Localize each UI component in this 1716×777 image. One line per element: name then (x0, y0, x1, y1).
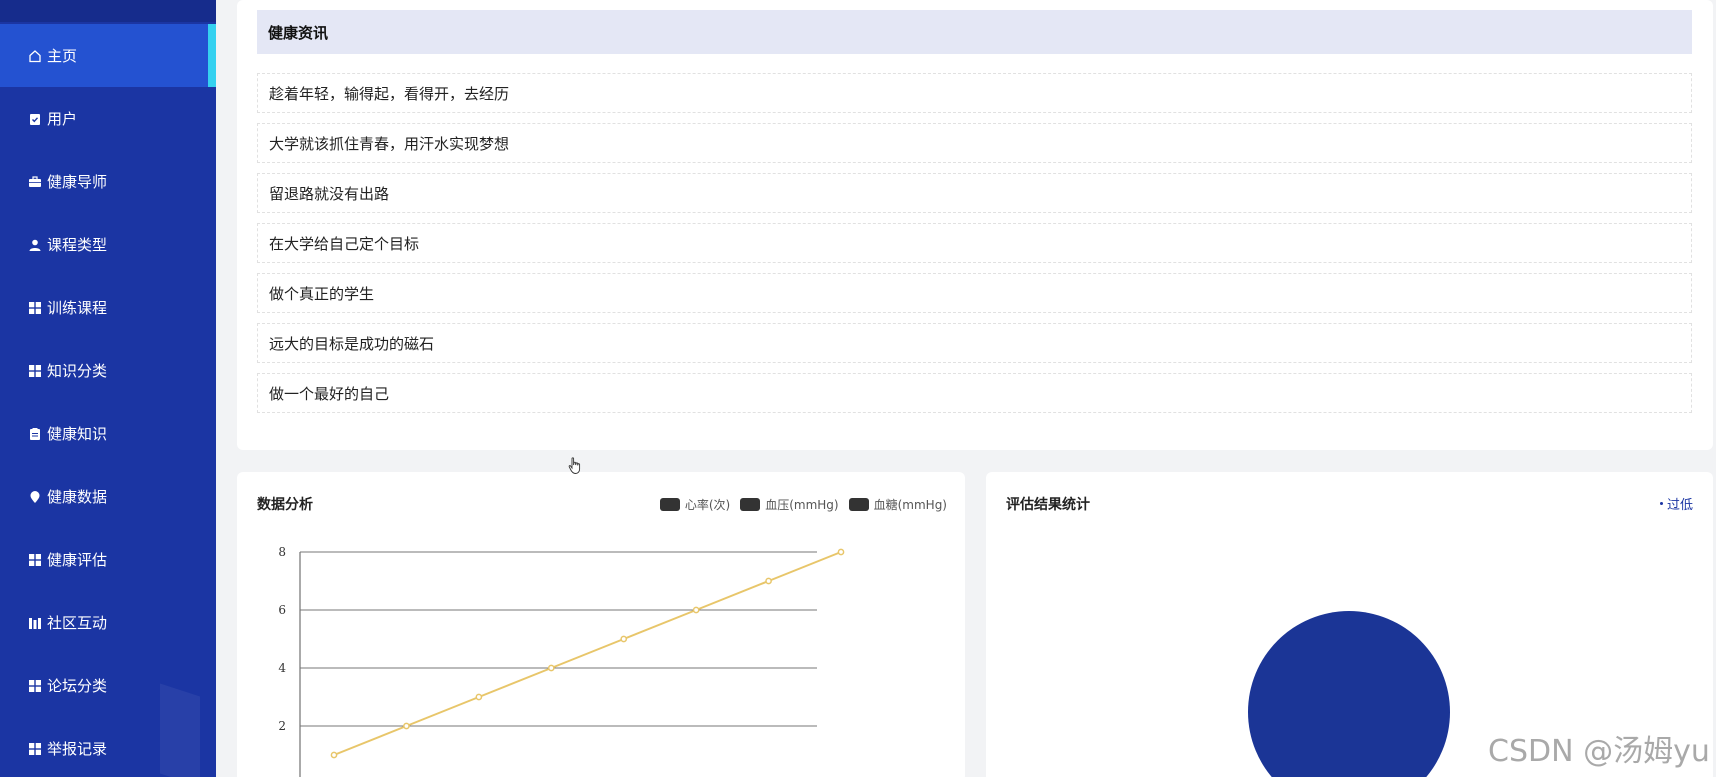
grid-icon (28, 553, 42, 567)
data-analysis-panel: 数据分析 心率(次) 血压(mmHg) 血糖(mmHg) 2468 (237, 472, 965, 777)
sidebar-item-course-type[interactable]: 课程类型 (0, 213, 216, 276)
grid-icon (28, 364, 42, 378)
line-chart: 2 4 6 8 (278, 545, 845, 777)
data-point (547, 664, 555, 672)
sidebar-item-label: 健康知识 (47, 425, 108, 443)
data-point (403, 722, 410, 730)
map-pin-icon (28, 490, 42, 504)
data-point (620, 635, 628, 643)
news-item[interactable]: 留退路就没有出路 (257, 173, 1692, 213)
y-tick-label: 6 (278, 603, 286, 617)
briefcase-icon (28, 175, 42, 189)
sidebar-item-users[interactable]: 用户 (0, 87, 216, 150)
pie-slice[interactable] (1248, 611, 1450, 777)
health-news-panel: 健康资讯 趁着年轻，输得起，看得开，去经历 大学就该抓住青春，用汗水实现梦想 留… (237, 0, 1713, 450)
grid-icon (28, 742, 42, 756)
sidebar-item-health-evaluation[interactable]: 健康评估 (0, 528, 216, 591)
sidebar-item-health-knowledge[interactable]: 健康知识 (0, 402, 216, 465)
y-tick-label: 4 (278, 661, 286, 675)
clipboard-icon (28, 427, 42, 441)
data-point (475, 693, 483, 701)
data-point (837, 548, 845, 556)
news-item[interactable]: 在大学给自己定个目标 (257, 223, 1692, 263)
watermark: CSDN @汤姆yu (1488, 734, 1710, 769)
data-point (765, 577, 772, 585)
sidebar-item-label: 课程类型 (47, 236, 108, 254)
hand-cursor-icon (568, 457, 581, 474)
sidebar-item-health-data[interactable]: 健康数据 (0, 465, 216, 528)
data-point (330, 751, 338, 759)
sidebar-item-health-mentor[interactable]: 健康导师 (0, 150, 216, 213)
sidebar-item-label: 健康数据 (47, 488, 108, 506)
sidebar-item-forum-category[interactable]: 论坛分类 (0, 654, 216, 717)
grid-icon (28, 301, 42, 315)
home-icon (28, 49, 42, 63)
data-point (692, 606, 700, 614)
sidebar-item-knowledge-category[interactable]: 知识分类 (0, 339, 216, 402)
y-tick-label: 2 (278, 719, 286, 733)
sidebar-item-label: 论坛分类 (47, 677, 108, 695)
news-item[interactable]: 远大的目标是成功的磁石 (257, 323, 1692, 363)
news-item[interactable]: 做一个最好的自己 (257, 373, 1692, 413)
series-line (333, 551, 842, 756)
sidebar-item-label: 知识分类 (47, 362, 108, 380)
sidebar-item-training-course[interactable]: 训练课程 (0, 276, 216, 339)
y-tick-label: 8 (278, 545, 286, 559)
sidebar: 主页 用户 健康导师 课程类型 训练课程 知识分类 健康知识 健康数据 健康评估… (0, 0, 216, 777)
news-item[interactable]: 做个真正的学生 (257, 273, 1692, 313)
news-item[interactable]: 大学就该抓住青春，用汗水实现梦想 (257, 123, 1692, 163)
sidebar-item-label: 训练课程 (47, 299, 108, 317)
news-header: 健康资讯 (257, 10, 1692, 54)
sidebar-item-report-records[interactable]: 举报记录 (0, 717, 216, 777)
sidebar-item-label: 举报记录 (47, 740, 108, 758)
grid-icon (28, 679, 42, 693)
news-item[interactable]: 趁着年轻，输得起，看得开，去经历 (257, 73, 1692, 113)
sidebar-item-label: 社区互动 (47, 614, 108, 632)
clipboard-check-icon (28, 112, 42, 126)
sidebar-item-label: 主页 (47, 47, 78, 65)
sidebar-item-home[interactable]: 主页 (0, 24, 216, 87)
sidebar-item-label: 健康评估 (47, 551, 108, 569)
user-icon (28, 238, 42, 252)
sidebar-item-label: 健康导师 (47, 173, 108, 191)
sidebar-item-community[interactable]: 社区互动 (0, 591, 216, 654)
sidebar-item-label: 用户 (47, 110, 78, 128)
bar-chart-icon (28, 616, 42, 630)
